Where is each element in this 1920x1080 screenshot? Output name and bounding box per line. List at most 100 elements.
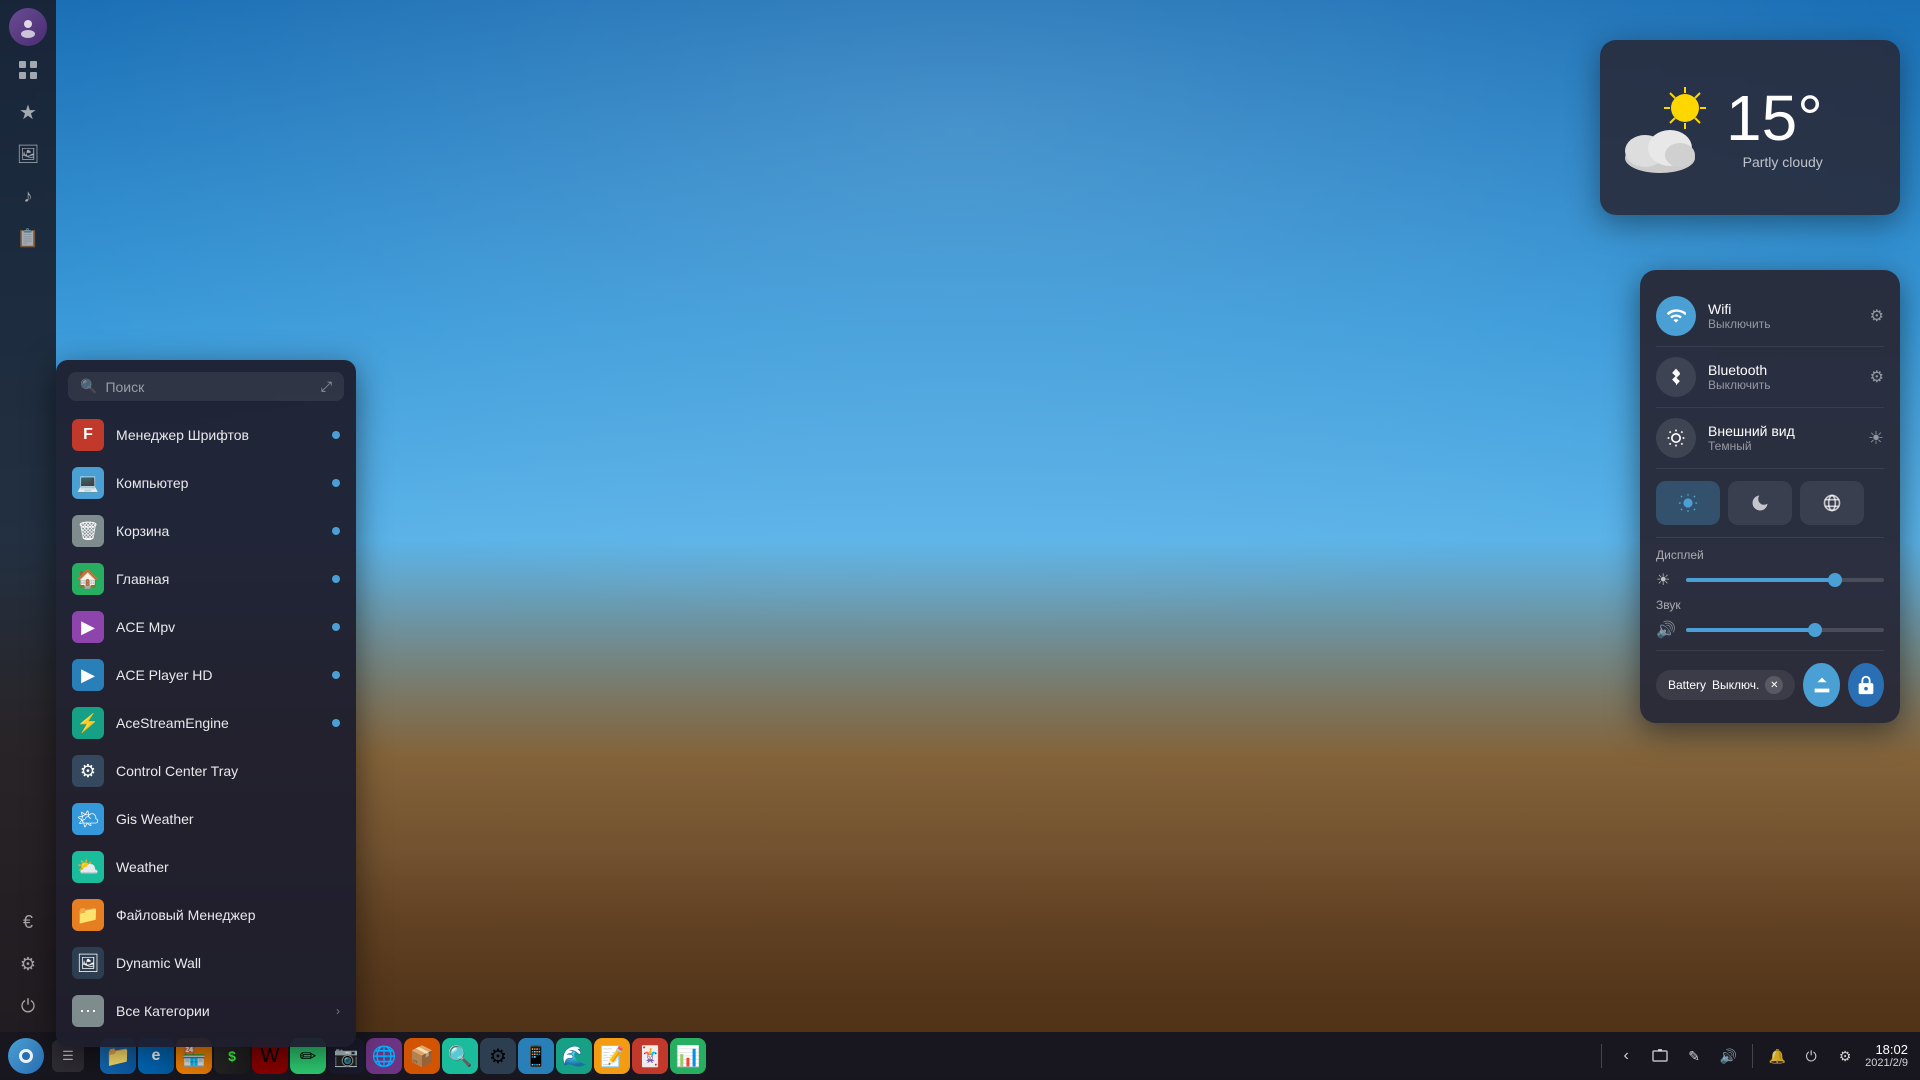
dynamic-wall-icon: 🖼 xyxy=(72,947,104,979)
screenshot-icon xyxy=(1652,1048,1668,1064)
taskbar-app-kde[interactable]: 📱 xyxy=(518,1038,554,1074)
app-dot xyxy=(332,671,340,679)
lock-action-btn[interactable] xyxy=(1848,663,1884,707)
sound-label: Звук xyxy=(1656,598,1884,612)
auto-mode-btn[interactable] xyxy=(1800,481,1864,525)
app-item-name: Dynamic Wall xyxy=(116,955,340,971)
app-item-name: ACE Mpv xyxy=(116,619,320,635)
volume-slider[interactable] xyxy=(1686,628,1884,632)
tray-notification-bell[interactable]: 🔔 xyxy=(1763,1042,1791,1070)
taskbar-app-15[interactable]: 🃏 xyxy=(632,1038,668,1074)
tray-pen[interactable]: ✎ xyxy=(1680,1042,1708,1070)
sidebar-item-power[interactable]: ⏻ xyxy=(10,988,46,1024)
weather-app-icon: ⛅ xyxy=(72,851,104,883)
bluetooth-icon-btn[interactable] xyxy=(1656,357,1696,397)
taskbar-clock[interactable]: 18:02 2021/2/9 xyxy=(1865,1042,1908,1071)
tray-separator xyxy=(1601,1044,1602,1068)
wifi-settings-icon[interactable]: ⚙ xyxy=(1870,306,1884,326)
app-item-control-center-tray[interactable]: ⚙ Control Center Tray xyxy=(56,747,356,795)
appearance-icon-btn[interactable] xyxy=(1656,418,1696,458)
app-item-home[interactable]: 🏠 Главная xyxy=(56,555,356,603)
font-manager-icon: F xyxy=(72,419,104,451)
light-mode-btn[interactable] xyxy=(1656,481,1720,525)
tray-volume[interactable]: 🔊 xyxy=(1714,1042,1742,1070)
app-search-bar[interactable]: 🔍 ⤢ xyxy=(68,372,344,401)
app-item-gis-weather[interactable]: 🌤 Gis Weather xyxy=(56,795,356,843)
taskbar-app-browser2[interactable]: 🌐 xyxy=(366,1038,402,1074)
left-sidebar: ★ 🖼 ♪ 📋 € ⚙ ⏻ xyxy=(0,0,56,1032)
taskbar-app-settings[interactable]: ⚙ xyxy=(480,1038,516,1074)
app-item-ace-mpv[interactable]: ▶ ACE Mpv xyxy=(56,603,356,651)
sidebar-item-money[interactable]: € xyxy=(10,904,46,940)
app-item-name: Главная xyxy=(116,571,320,587)
wifi-icon-btn[interactable] xyxy=(1656,296,1696,336)
wifi-title: Wifi xyxy=(1708,301,1870,317)
expand-icon[interactable]: ⤢ xyxy=(321,378,332,395)
appearance-settings-icon[interactable]: ☀ xyxy=(1868,428,1884,449)
battery-close-btn[interactable]: ✕ xyxy=(1765,676,1783,694)
tray-settings-gear[interactable]: ⚙ xyxy=(1831,1042,1859,1070)
app-item-ace-stream[interactable]: ⚡ AceStreamEngine xyxy=(56,699,356,747)
weather-info: 15° Partly cloudy xyxy=(1726,86,1823,170)
sidebar-item-music[interactable]: ♪ xyxy=(10,178,46,214)
app-item-name: Корзина xyxy=(116,523,320,539)
app-item-trash[interactable]: 🗑 Корзина xyxy=(56,507,356,555)
app-item-dynamic-wall[interactable]: 🖼 Dynamic Wall xyxy=(56,939,356,987)
grid-icon xyxy=(18,60,38,80)
taskbar-app-archive[interactable]: 📦 xyxy=(404,1038,440,1074)
app-item-computer[interactable]: 💻 Компьютер xyxy=(56,459,356,507)
search-icon: 🔍 xyxy=(80,378,97,395)
search-input[interactable] xyxy=(105,379,312,395)
dark-mode-icon xyxy=(1750,493,1770,513)
taskbar-app-finder[interactable]: 🔍 xyxy=(442,1038,478,1074)
app-item-file-manager[interactable]: 📁 Файловый Менеджер xyxy=(56,891,356,939)
app-dot xyxy=(332,431,340,439)
mode-buttons-row xyxy=(1656,469,1884,538)
sidebar-item-settings[interactable]: ⚙ xyxy=(10,946,46,982)
computer-icon: 💻 xyxy=(72,467,104,499)
volume-row: 🔊 xyxy=(1656,620,1884,640)
app-item-name: Компьютер xyxy=(116,475,320,491)
volume-fill xyxy=(1686,628,1815,632)
sidebar-item-photos[interactable]: 🖼 xyxy=(10,136,46,172)
auto-mode-icon xyxy=(1822,493,1842,513)
bluetooth-settings-icon[interactable]: ⚙ xyxy=(1870,367,1884,387)
weather-temperature: 15° xyxy=(1726,86,1823,150)
start-button[interactable] xyxy=(8,1038,44,1074)
app-item-weather[interactable]: ⛅ Weather xyxy=(56,843,356,891)
app-menu: 🔍 ⤢ F Менеджер Шрифтов 💻 Компьютер 🗑 Кор… xyxy=(56,360,356,1047)
app-item-name: Gis Weather xyxy=(116,811,340,827)
battery-pill[interactable]: Battery Выключ. ✕ xyxy=(1656,670,1795,700)
brightness-slider[interactable] xyxy=(1686,578,1884,582)
battery-label: Battery xyxy=(1668,678,1706,692)
app-dot xyxy=(332,719,340,727)
sidebar-item-favorites[interactable]: ★ xyxy=(10,94,46,130)
start-icon xyxy=(17,1047,35,1065)
wifi-row: Wifi Выключить ⚙ xyxy=(1656,286,1884,347)
clock-date: 2021/2/9 xyxy=(1865,1057,1908,1070)
app-item-all-categories[interactable]: ⋯ Все Категории › xyxy=(56,987,356,1035)
taskbar-app-notes[interactable]: 📝 xyxy=(594,1038,630,1074)
user-avatar[interactable] xyxy=(9,8,47,46)
sidebar-item-board[interactable]: 📋 xyxy=(10,220,46,256)
tray-arrow-left[interactable]: ‹ xyxy=(1612,1042,1640,1070)
tray-power[interactable]: ⏻ xyxy=(1797,1042,1825,1070)
app-item-name: Файловый Менеджер xyxy=(116,907,340,923)
app-item-font-manager[interactable]: F Менеджер Шрифтов xyxy=(56,411,356,459)
volume-thumb xyxy=(1808,623,1822,637)
volume-icon: 🔊 xyxy=(1656,620,1676,640)
weather-description: Partly cloudy xyxy=(1743,154,1823,170)
app-item-name: Control Center Tray xyxy=(116,763,340,779)
app-item-ace-player[interactable]: ▶ ACE Player HD xyxy=(56,651,356,699)
appearance-icon xyxy=(1666,428,1686,448)
taskbar-app-browser3[interactable]: 🌊 xyxy=(556,1038,592,1074)
taskbar-app-16[interactable]: 📊 xyxy=(670,1038,706,1074)
dark-mode-btn[interactable] xyxy=(1728,481,1792,525)
upload-action-btn[interactable] xyxy=(1803,663,1839,707)
tray-screenshot[interactable] xyxy=(1646,1042,1674,1070)
all-categories-icon: ⋯ xyxy=(72,995,104,1027)
bluetooth-label: Bluetooth Выключить xyxy=(1708,362,1870,392)
sidebar-item-apps-grid[interactable] xyxy=(10,52,46,88)
brightness-row: ☀ xyxy=(1656,570,1884,590)
app-item-name: Все Категории xyxy=(116,1003,324,1019)
